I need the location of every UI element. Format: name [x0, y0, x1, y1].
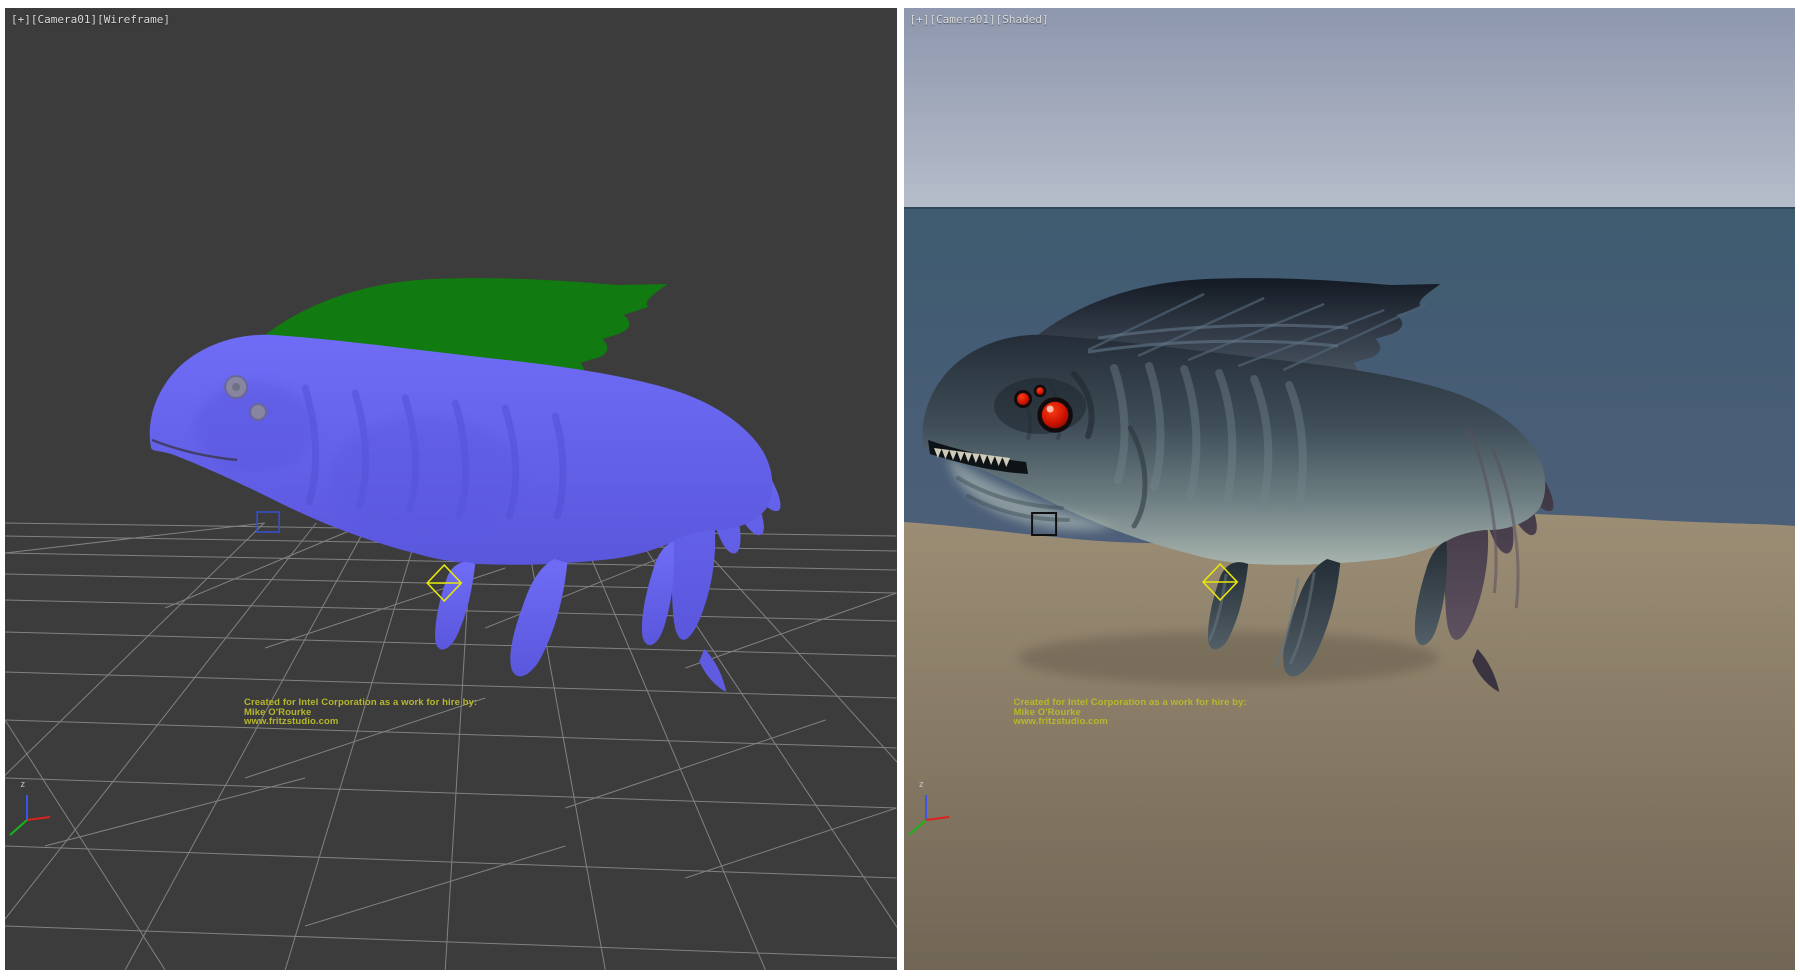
credit-line-3: www.fritzstudio.com [1014, 717, 1247, 727]
axis-z-label: z [919, 780, 924, 790]
viewport-right-shaded[interactable]: [+][Camera01][Shaded] Created for Intel … [904, 8, 1796, 970]
viewport-pov-menu[interactable]: [Camera01] [31, 13, 97, 26]
viewport-left-wireframe[interactable]: [+][Camera01][Wireframe] Created for Int… [5, 8, 897, 970]
ground-shadow [1018, 632, 1438, 684]
viewport-shading-menu[interactable]: [Wireframe] [97, 13, 170, 26]
viewport-shading-menu[interactable]: [Shaded] [996, 13, 1049, 26]
credit-text: Created for Intel Corporation as a work … [1014, 698, 1247, 727]
credit-text: Created for Intel Corporation as a work … [244, 698, 477, 727]
axis-z-label: z [20, 780, 25, 790]
viewport-general-menu[interactable]: [+] [11, 13, 31, 26]
viewport-label-right: [+][Camera01][Shaded] [910, 13, 1049, 26]
eye-highlight [1046, 406, 1053, 413]
shaded-scene [904, 8, 1796, 970]
eye-spot-small [250, 404, 266, 420]
wire-mottling [330, 418, 520, 538]
wire-mottling-2 [195, 383, 315, 473]
eye-small [1015, 392, 1030, 407]
eye-large [1039, 400, 1070, 431]
viewport-general-menu[interactable]: [+] [910, 13, 930, 26]
sand-ground [904, 513, 1796, 970]
viewport-pov-menu[interactable]: [Camera01] [929, 13, 995, 26]
wireframe-scene [5, 8, 897, 970]
eye-third [1035, 386, 1045, 396]
sky [904, 8, 1796, 208]
viewport-label-left: [+][Camera01][Wireframe] [11, 13, 170, 26]
viewport-layout: [+][Camera01][Wireframe] Created for Int… [0, 0, 1800, 978]
credit-line-3: www.fritzstudio.com [244, 717, 477, 727]
eye-spot-pupil [232, 383, 240, 391]
